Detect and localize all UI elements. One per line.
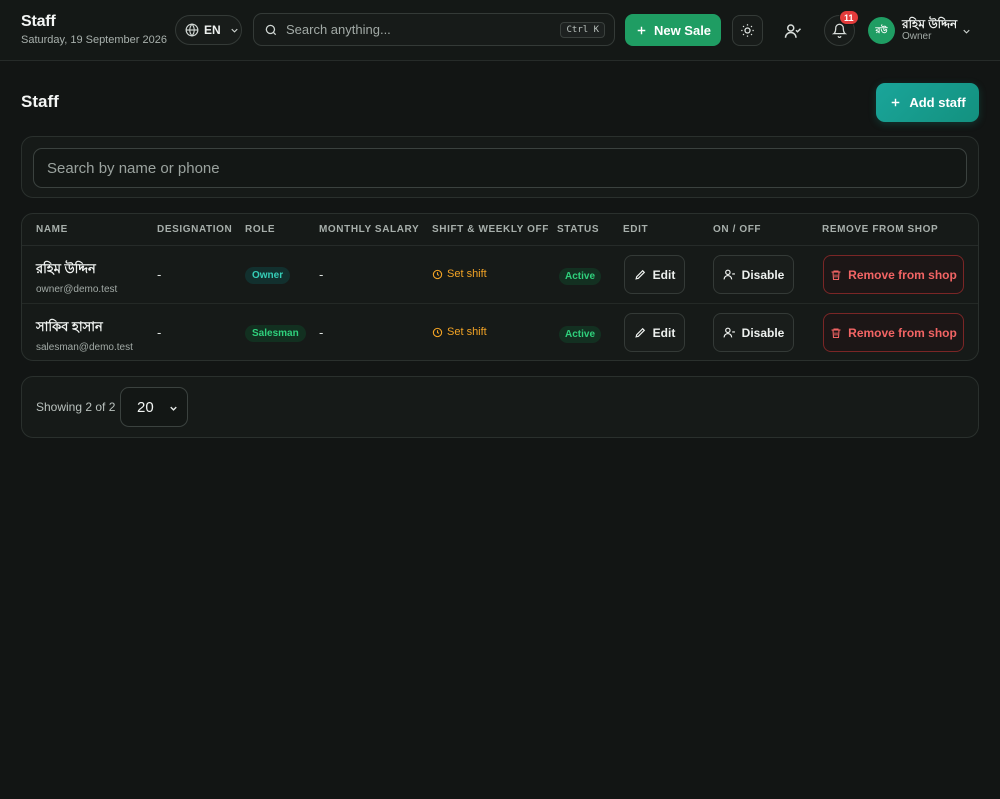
avatar: রউ [868,16,895,44]
global-search-input[interactable] [286,22,556,37]
staff-salary: - [319,325,324,340]
staff-email: salesman@demo.test [36,342,133,353]
table-row: সাকিব হাসান salesman@demo.test - Salesma… [22,304,978,360]
remove-label: Remove from shop [848,325,957,340]
staff-email: owner@demo.test [36,284,118,295]
column-header-role: ROLE [245,224,276,235]
column-header-monthly-salary: MONTHLY SALARY [319,224,420,235]
set-shift-label: Set shift [447,268,487,280]
plus-icon [635,24,648,37]
bell-icon [832,23,847,38]
trash-icon [830,327,842,339]
staff-name: সাকিব হাসান [36,319,103,334]
staff-designation: - [157,325,162,340]
language-selector[interactable]: EN [175,15,242,45]
new-sale-label: New Sale [653,22,712,38]
set-shift-label: Set shift [447,326,487,338]
edit-label: Edit [652,267,676,282]
role-badge: Salesman [245,325,306,342]
clock-icon [432,327,443,338]
add-staff-button[interactable]: Add staff [876,83,979,122]
filter-card [21,136,979,198]
chevron-down-icon [229,25,240,36]
page-size-select[interactable]: 20 [120,387,188,427]
table-header: NAME DESIGNATION ROLE MONTHLY SALARY SHI… [22,214,978,246]
remove-from-shop-button[interactable]: Remove from shop [823,313,964,352]
user-check-icon [784,22,802,40]
user-minus-icon [723,268,736,281]
disable-button[interactable]: Disable [713,313,794,352]
disable-button[interactable]: Disable [713,255,794,294]
edit-label: Edit [652,325,676,340]
edit-button[interactable]: Edit [624,313,685,352]
status-badge: Active [559,268,602,285]
new-sale-button[interactable]: New Sale [625,14,721,46]
user-minus-icon [723,326,736,339]
globe-icon [185,23,199,37]
trash-icon [830,269,842,281]
disable-label: Disable [741,267,785,282]
page-size-value: 20 [137,398,154,416]
column-header-status: STATUS [557,224,600,235]
staff-table: NAME DESIGNATION ROLE MONTHLY SALARY SHI… [21,213,979,361]
role-badge: Owner [245,267,291,284]
pencil-icon [634,268,647,281]
column-header-shift: SHIFT & WEEKLY OFF [432,224,549,235]
staff-designation: - [157,267,162,282]
top-bar: Staff Saturday, 19 September 2026 EN Ctr… [0,0,1000,61]
chevron-down-icon [168,403,179,414]
set-shift-link[interactable]: Set shift [432,268,487,280]
column-header-name: NAME [36,224,68,235]
column-header-remove: REMOVE FROM SHOP [822,224,939,235]
user-name: রহিম উদ্দিন [902,16,958,31]
staff-shortcut-button[interactable] [777,15,808,46]
pencil-icon [634,326,647,339]
global-search[interactable]: Ctrl K [253,13,615,46]
theme-toggle-button[interactable] [732,15,763,46]
add-staff-label: Add staff [909,95,966,110]
search-shortcut-hint: Ctrl K [560,22,605,38]
app-title: Staff [21,13,56,30]
sun-icon [740,23,755,38]
status-badge: Active [559,326,602,343]
search-icon [264,23,278,37]
chevron-down-icon [961,26,972,37]
column-header-edit: EDIT [623,224,649,235]
set-shift-link[interactable]: Set shift [432,326,487,338]
user-menu[interactable]: রউ রহিম উদ্দিন Owner [868,16,978,44]
staff-salary: - [319,267,324,282]
clock-icon [432,269,443,280]
table-row: রহিম উদ্দিন owner@demo.test - Owner - Se… [22,246,978,304]
showing-count: Showing 2 of 2 [36,400,116,414]
user-role: Owner [902,30,932,42]
column-header-on-off: ON / OFF [713,224,762,235]
disable-label: Disable [741,325,785,340]
column-header-designation: DESIGNATION [157,224,233,235]
notification-count-badge: 11 [839,10,859,25]
page-title: Staff [21,92,59,111]
staff-name: রহিম উদ্দিন [36,261,96,276]
edit-button[interactable]: Edit [624,255,685,294]
current-date: Saturday, 19 September 2026 [21,34,167,46]
pagination-card: Showing 2 of 2 20 [21,376,979,438]
brand: Staff Saturday, 19 September 2026 [21,13,167,46]
remove-from-shop-button[interactable]: Remove from shop [823,255,964,294]
staff-search-input[interactable] [33,148,967,188]
remove-label: Remove from shop [848,267,957,282]
language-label: EN [204,23,221,37]
plus-icon [889,96,902,109]
